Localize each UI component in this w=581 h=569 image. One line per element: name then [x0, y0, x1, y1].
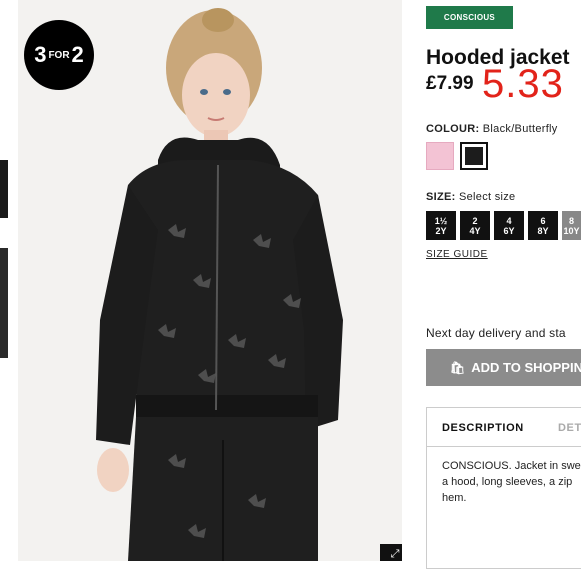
size-bottom: 2Y: [435, 225, 447, 236]
size-top: 4: [506, 215, 512, 226]
promo-for-text: FOR: [48, 49, 70, 61]
thumbnail-1[interactable]: [0, 160, 8, 218]
size-button-4y[interactable]: 2 4Y: [460, 211, 490, 240]
swatch-black-selected[interactable]: [460, 142, 488, 170]
delivery-info: Next day delivery and sta: [426, 326, 566, 340]
tab-details[interactable]: DET: [558, 422, 581, 434]
size-button-2y[interactable]: 1½ 2Y: [426, 211, 456, 240]
conscious-badge: CONSCIOUS: [426, 6, 513, 29]
size-guide-link[interactable]: SIZE GUIDE: [426, 249, 488, 260]
colour-label: COLOUR:: [426, 123, 480, 135]
size-button-8y[interactable]: 6 8Y: [528, 211, 558, 240]
colour-value: Black/Butterfly: [482, 123, 558, 135]
size-row: SIZE: Select size: [426, 191, 515, 203]
product-info: CONSCIOUS Hooded jacket £7.99 5.33 COLOU…: [426, 0, 581, 569]
product-price: £7.99: [426, 73, 474, 94]
size-top: 1½: [434, 215, 448, 226]
colour-row: COLOUR: Black/Butterfly: [426, 123, 558, 135]
three-for-two-badge: 3 FOR 2: [24, 20, 94, 90]
info-tabs: DESCRIPTION DET CONSCIOUS. Jacket in swe…: [426, 407, 581, 569]
promo-number-right: 2: [71, 42, 84, 67]
size-label: SIZE:: [426, 191, 456, 203]
product-image[interactable]: 3 FOR 2 ⤢: [18, 0, 402, 561]
shopping-bag-icon: 🛍: [450, 360, 466, 375]
add-to-bag-label: ADD TO SHOPPING: [471, 360, 581, 375]
size-value: Select size: [458, 191, 516, 203]
size-button-6y[interactable]: 4 6Y: [494, 211, 524, 240]
thumbnail-2[interactable]: [0, 248, 8, 358]
sale-price: 5.33: [482, 62, 564, 106]
description-text: CONSCIOUS. Jacket in swe a hood, long sl…: [442, 460, 581, 504]
tab-bar: DESCRIPTION DET: [427, 408, 581, 447]
size-top: 2: [472, 215, 478, 226]
tab-description[interactable]: DESCRIPTION: [442, 422, 524, 434]
size-bottom: 4Y: [469, 225, 481, 236]
promo-number-left: 3: [34, 42, 47, 67]
size-top: 8: [568, 215, 574, 226]
size-button-10y[interactable]: 8 10Y: [562, 211, 581, 240]
add-to-bag-button[interactable]: 🛍 ADD TO SHOPPING: [426, 349, 581, 386]
size-bottom: 10Y: [563, 225, 580, 236]
swatch-pink[interactable]: [426, 142, 454, 170]
size-bottom: 8Y: [537, 225, 549, 236]
expand-icon[interactable]: ⤢: [380, 544, 402, 561]
size-bottom: 6Y: [503, 225, 515, 236]
size-top: 6: [540, 215, 546, 226]
thumbnail-strip: [0, 0, 10, 561]
